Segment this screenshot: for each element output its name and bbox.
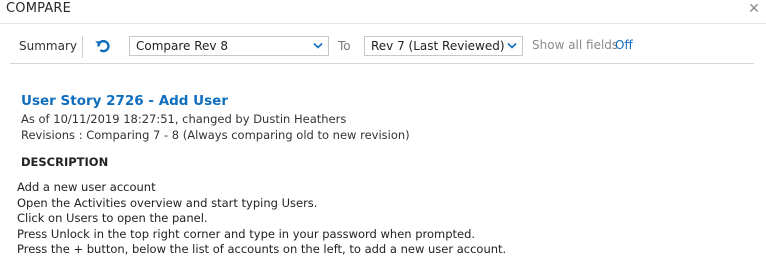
description-heading: DESCRIPTION [21, 155, 109, 169]
dialog-title-bar: COMPARE ✕ [0, 0, 766, 24]
description-line: Open the Activities overview and start t… [17, 195, 318, 210]
to-label: To [338, 39, 351, 53]
description-line: Press Unlock in the top right corner and… [17, 226, 476, 241]
summary-button[interactable]: Summary [19, 39, 77, 53]
revisions-info: Revisions : Comparing 7 - 8 (Always comp… [21, 128, 410, 142]
dialog-title: COMPARE [6, 1, 72, 16]
description-line: Click on Users to open the panel. [17, 211, 208, 226]
chevron-down-icon [507, 42, 517, 49]
compare-toolbar: Summary Compare Rev 8 To Rev 7 (Last Rev… [10, 28, 754, 64]
work-item-title[interactable]: User Story 2726 - Add User [21, 93, 228, 109]
description-line: Add a new user account [17, 180, 156, 194]
compare-from-value: Compare Rev 8 [136, 39, 228, 53]
compare-to-select[interactable]: Rev 7 (Last Reviewed) [364, 36, 523, 56]
compare-from-select[interactable]: Compare Rev 8 [129, 36, 329, 56]
undo-icon[interactable] [94, 37, 112, 55]
chevron-down-icon [313, 42, 323, 49]
compare-to-value: Rev 7 (Last Reviewed) [371, 39, 505, 53]
show-all-fields-toggle[interactable]: Off [615, 38, 633, 52]
toolbar-divider [82, 36, 83, 58]
close-icon[interactable]: ✕ [746, 1, 762, 17]
compare-dialog: COMPARE ✕ Summary Compare Rev 8 To Rev 7… [0, 0, 766, 262]
description-line: Press the + button, below the list of ac… [17, 242, 507, 257]
show-all-fields-label: Show all fields [532, 38, 619, 52]
description-body: Add a new user account Open the Activiti… [17, 180, 506, 258]
changed-by-info: As of 10/11/2019 18:27:51, changed by Du… [21, 112, 347, 126]
